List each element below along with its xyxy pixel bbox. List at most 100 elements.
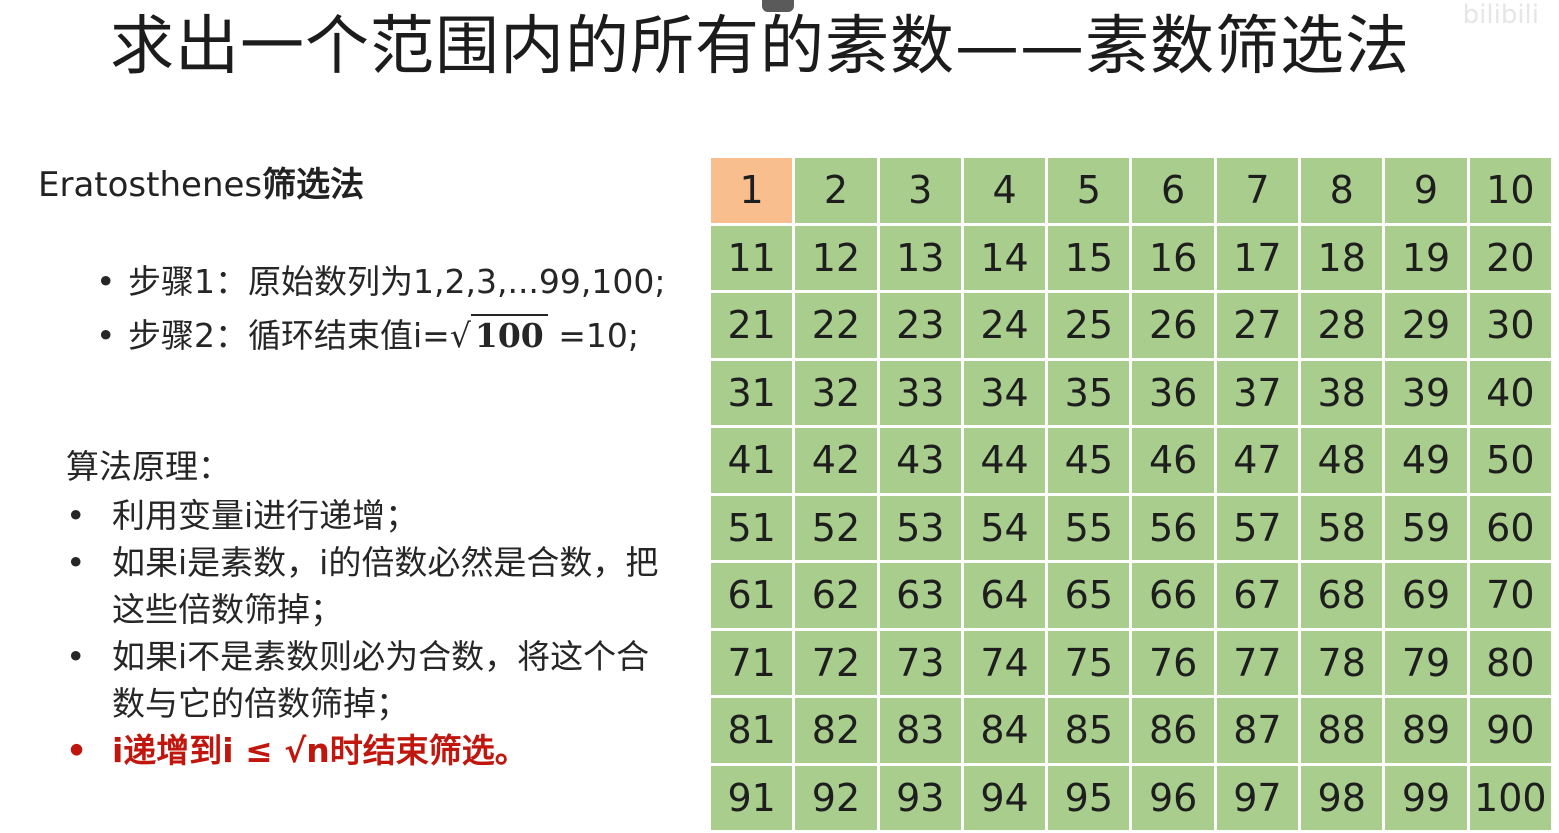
grid-cell: 5	[1048, 158, 1132, 226]
grid-cell: 96	[1132, 766, 1216, 833]
grid-cell: 28	[1301, 293, 1385, 361]
grid-cell: 62	[795, 563, 879, 631]
grid-cell: 85	[1048, 698, 1132, 766]
grid-cell: 63	[880, 563, 964, 631]
grid-cell: 22	[795, 293, 879, 361]
grid-cell: 51	[711, 496, 795, 564]
grid-cell: 21	[711, 293, 795, 361]
grid-cell: 6	[1132, 158, 1216, 226]
slide-title: 求出一个范围内的所有的素数——素数筛选法	[110, 10, 1430, 84]
grid-cell: 7	[1217, 158, 1301, 226]
grid-cell: 37	[1217, 361, 1301, 429]
principle-item: 利用变量i进行递增；	[66, 492, 666, 539]
grid-cell: 16	[1132, 226, 1216, 294]
grid-cell: 34	[964, 361, 1048, 429]
grid-cell: 4	[964, 158, 1048, 226]
grid-cell: 44	[964, 428, 1048, 496]
grid-cell: 83	[880, 698, 964, 766]
grid-cell: 2	[795, 158, 879, 226]
grid-cell: 61	[711, 563, 795, 631]
grid-cell: 15	[1048, 226, 1132, 294]
grid-cell: 95	[1048, 766, 1132, 833]
grid-cell: 64	[964, 563, 1048, 631]
grid-cell: 99	[1385, 766, 1469, 833]
principle-item: 如果i不是素数则必为合数，将这个合数与它的倍数筛掉；	[66, 633, 666, 727]
grid-cell: 3	[880, 158, 964, 226]
grid-cell: 18	[1301, 226, 1385, 294]
grid-cell: 58	[1301, 496, 1385, 564]
grid-cell: 88	[1301, 698, 1385, 766]
grid-cell: 26	[1132, 293, 1216, 361]
grid-cell: 89	[1385, 698, 1469, 766]
grid-cell: 23	[880, 293, 964, 361]
grid-cell: 77	[1217, 631, 1301, 699]
grid-cell: 14	[964, 226, 1048, 294]
grid-cell: 97	[1217, 766, 1301, 833]
grid-cell: 81	[711, 698, 795, 766]
grid-cell: 24	[964, 293, 1048, 361]
step-prefix: 步骤2：循环结束值i=	[128, 316, 450, 355]
grid-cell: 12	[795, 226, 879, 294]
grid-cell: 80	[1470, 631, 1554, 699]
principle-item: 如果i是素数，i的倍数必然是合数，把这些倍数筛掉；	[66, 539, 666, 633]
grid-cell: 31	[711, 361, 795, 429]
grid-cell: 98	[1301, 766, 1385, 833]
grid-cell: 90	[1470, 698, 1554, 766]
step-item: 步骤2：循环结束值i=√100 =10;	[96, 309, 666, 363]
radicand: 100	[471, 314, 548, 355]
grid-cell: 35	[1048, 361, 1132, 429]
grid-cell: 86	[1132, 698, 1216, 766]
grid-cell: 91	[711, 766, 795, 833]
grid-cell: 45	[1048, 428, 1132, 496]
grid-cell: 43	[880, 428, 964, 496]
grid-cell: 13	[880, 226, 964, 294]
grid-cell: 78	[1301, 631, 1385, 699]
step-item: 步骤1：原始数列为1,2,3,...99,100;	[96, 255, 666, 309]
subtitle-cjk: 筛选法	[262, 165, 364, 205]
grid-cell: 55	[1048, 496, 1132, 564]
grid-cell: 75	[1048, 631, 1132, 699]
grid-cell: 8	[1301, 158, 1385, 226]
grid-cell: 9	[1385, 158, 1469, 226]
grid-cell: 52	[795, 496, 879, 564]
grid-cell: 29	[1385, 293, 1469, 361]
grid-cell: 47	[1217, 428, 1301, 496]
grid-cell: 100	[1470, 766, 1554, 833]
grid-cell: 38	[1301, 361, 1385, 429]
grid-cell: 56	[1132, 496, 1216, 564]
grid-cell: 20	[1470, 226, 1554, 294]
grid-cell: 73	[880, 631, 964, 699]
grid-cell: 50	[1470, 428, 1554, 496]
grid-cell-highlighted: 1	[711, 158, 795, 226]
number-grid: 1234567891011121314151617181920212223242…	[711, 158, 1559, 833]
principle-item-highlight: i递增到i ≤ √n时结束筛选。	[66, 727, 666, 774]
grid-cell: 72	[795, 631, 879, 699]
grid-cell: 60	[1470, 496, 1554, 564]
grid-cell: 42	[795, 428, 879, 496]
grid-cell: 39	[1385, 361, 1469, 429]
grid-cell: 19	[1385, 226, 1469, 294]
grid-cell: 68	[1301, 563, 1385, 631]
grid-cell: 87	[1217, 698, 1301, 766]
grid-cell: 32	[795, 361, 879, 429]
grid-cell: 74	[964, 631, 1048, 699]
grid-cell: 33	[880, 361, 964, 429]
grid-cell: 76	[1132, 631, 1216, 699]
grid-cell: 53	[880, 496, 964, 564]
grid-cell: 11	[711, 226, 795, 294]
grid-cell: 25	[1048, 293, 1132, 361]
grid-cell: 36	[1132, 361, 1216, 429]
subtitle: Eratosthenes筛选法	[38, 164, 364, 206]
grid-cell: 69	[1385, 563, 1469, 631]
grid-cell: 82	[795, 698, 879, 766]
grid-cell: 40	[1470, 361, 1554, 429]
grid-cell: 41	[711, 428, 795, 496]
grid-cell: 65	[1048, 563, 1132, 631]
grid-cell: 27	[1217, 293, 1301, 361]
grid-cell: 57	[1217, 496, 1301, 564]
grid-cell: 67	[1217, 563, 1301, 631]
grid-cell: 30	[1470, 293, 1554, 361]
grid-cell: 66	[1132, 563, 1216, 631]
grid-cell: 79	[1385, 631, 1469, 699]
watermark: bilibili	[1463, 0, 1539, 30]
